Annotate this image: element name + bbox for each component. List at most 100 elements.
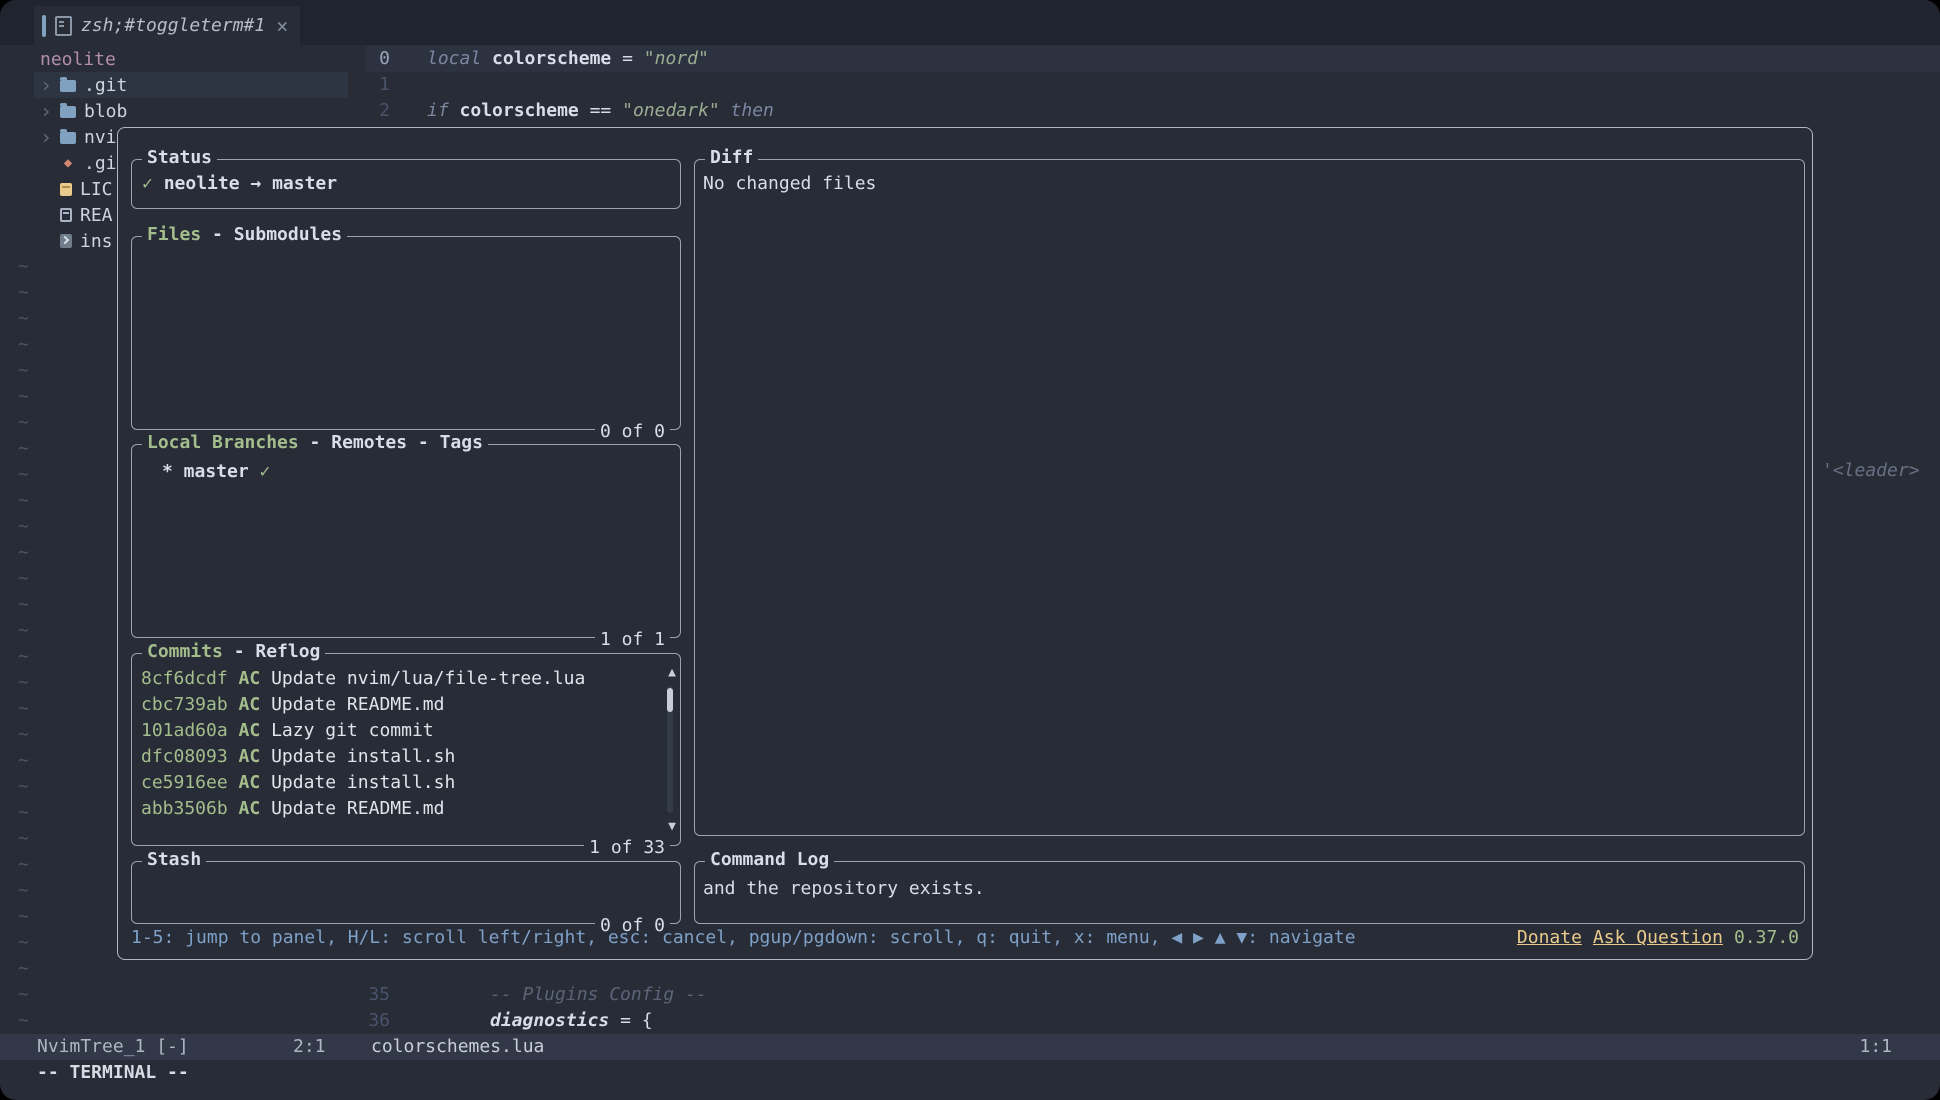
version-label: 0.37.0 [1734,925,1799,951]
tilde: ~ [18,306,29,332]
statusline-cursor-right: 1:1 [1859,1034,1892,1060]
commit-message: Lazy git commit [271,720,434,741]
repo-name: neolite [164,173,240,194]
panel-branches-count: 1 of 1 [595,629,670,650]
tilde: ~ [18,852,29,878]
statusline-window-name: NvimTree_1 [-] [37,1034,189,1060]
commit-row[interactable]: 8cf6dcdf AC Update nvim/lua/file-tree.lu… [141,666,656,692]
panel-branches[interactable]: Local Branches - Remotes - Tags * master… [131,444,681,638]
tilde: ~ [18,696,29,722]
tilde: ~ [18,930,29,956]
keyword-token: then [731,100,774,121]
commit-hash: 101ad60a [141,720,228,741]
panel-status-title: Status [142,147,217,168]
bufferline: zsh;#toggleterm#1 × [0,0,1940,45]
commit-author: AC [239,746,261,767]
operator-token: = [622,48,633,69]
panel-command-log[interactable]: Command Log and the repository exists. [694,861,1805,924]
panel-commits-title: Commits - Reflog [142,641,325,662]
keyword-token: if [427,100,449,121]
check-icon: ✓ [260,461,271,482]
tilde: ~ [18,904,29,930]
panel-status[interactable]: Status ✓ neolite → master [131,159,681,209]
commit-hash: dfc08093 [141,746,228,767]
tilde: ~ [18,254,29,280]
panel-commits[interactable]: Commits - Reflog 8cf6dcdf AC Update nvim… [131,653,681,846]
tree-item-blob[interactable]: ›blob [34,98,348,124]
commit-hash: abb3506b [141,798,228,819]
panel-command-log-title: Command Log [705,849,834,870]
close-icon[interactable]: × [276,16,288,36]
panel-stash[interactable]: Stash 0 of 0 [131,861,681,924]
brace-token: { [642,1010,653,1031]
tilde: ~ [18,878,29,904]
string-token: "nord" [644,48,709,69]
line-number: 36 [330,1008,390,1034]
commit-hash: 8cf6dcdf [141,668,228,689]
statusline: NvimTree_1 [-] 2:1 colorschemes.lua 1:1 [0,1034,1940,1060]
scrollbar-up-icon[interactable]: ▲ [668,666,676,679]
tilde: ~ [18,982,29,1008]
panel-branches-title: Local Branches - Remotes - Tags [142,432,488,453]
folder-icon [60,80,76,92]
tree-item-git[interactable]: ›.git [34,72,348,98]
commit-row[interactable]: 101ad60a AC Lazy git commit [141,718,656,744]
commit-row[interactable]: cbc739ab AC Update README.md [141,692,656,718]
keybind-hints: 1-5: jump to panel, H/L: scroll left/rig… [131,925,1356,951]
tab-active-indicator-icon [42,15,46,37]
string-token: "onedark" [622,100,720,121]
tilde: ~ [18,462,29,488]
folder-icon [60,132,76,144]
tree-root[interactable]: neolite [34,46,348,72]
license-icon [60,183,72,196]
terminal-window: 0local colorscheme = "nord" 1 2if colors… [0,0,1940,1100]
commit-message: Update README.md [271,798,444,819]
commit-author: AC [239,798,261,819]
statusline-filename: colorschemes.lua [371,1034,544,1060]
command-log-content: and the repository exists. [703,876,1804,902]
gitignore-icon: ◆ [60,155,76,171]
commit-hash: cbc739ab [141,694,228,715]
commit-row[interactable]: ce5916ee AC Update install.sh [141,770,656,796]
tilde: ~ [18,436,29,462]
panel-files[interactable]: Files - Submodules 0 of 0 [131,236,681,430]
code-line: 36diagnostics = { [0,1008,1940,1034]
commit-message: Update nvim/lua/file-tree.lua [271,668,585,689]
comment-token: -- Plugins Config -- [490,984,707,1005]
branch-row[interactable]: * master ✓ [162,459,680,485]
scrollbar-thumb[interactable] [667,688,673,712]
commit-row[interactable]: abb3506b AC Update README.md [141,796,656,822]
arrow-icon: → [250,173,261,194]
panel-files-title: Files - Submodules [142,224,347,245]
tilde: ~ [18,748,29,774]
chevron-right-icon: › [40,101,52,121]
branch-label: * master [162,461,249,482]
identifier-token: colorscheme [460,100,579,121]
keyword-token: local [427,48,481,69]
chevron-right-icon: › [40,127,52,147]
commit-message: Update install.sh [271,746,455,767]
tilde: ~ [18,280,29,306]
panel-stash-title: Stash [142,849,206,870]
keybar-links: Donate Ask Question 0.37.0 [1517,925,1799,951]
lazygit-float: Status ✓ neolite → master Files - Submod… [117,127,1813,960]
tilde: ~ [18,644,29,670]
panel-diff[interactable]: Diff No changed files [694,159,1805,836]
script-icon [60,234,72,248]
tilde: ~ [18,410,29,436]
scrollbar-down-icon[interactable]: ▼ [668,820,676,833]
tab-toggleterm[interactable]: zsh;#toggleterm#1 × [34,6,300,45]
tilde: ~ [18,670,29,696]
folder-icon [60,106,76,118]
status-summary: ✓ neolite → master [142,171,680,197]
tilde: ~ [18,722,29,748]
commit-hash: ce5916ee [141,772,228,793]
panel-commits-count: 1 of 33 [584,837,670,858]
commit-message: Update install.sh [271,772,455,793]
commit-list[interactable]: 8cf6dcdf AC Update nvim/lua/file-tree.lu… [141,666,656,822]
check-icon: ✓ [142,173,153,194]
commit-row[interactable]: dfc08093 AC Update install.sh [141,744,656,770]
ask-question-link[interactable]: Ask Question [1593,925,1723,951]
tilde: ~ [18,358,29,384]
donate-link[interactable]: Donate [1517,925,1582,951]
